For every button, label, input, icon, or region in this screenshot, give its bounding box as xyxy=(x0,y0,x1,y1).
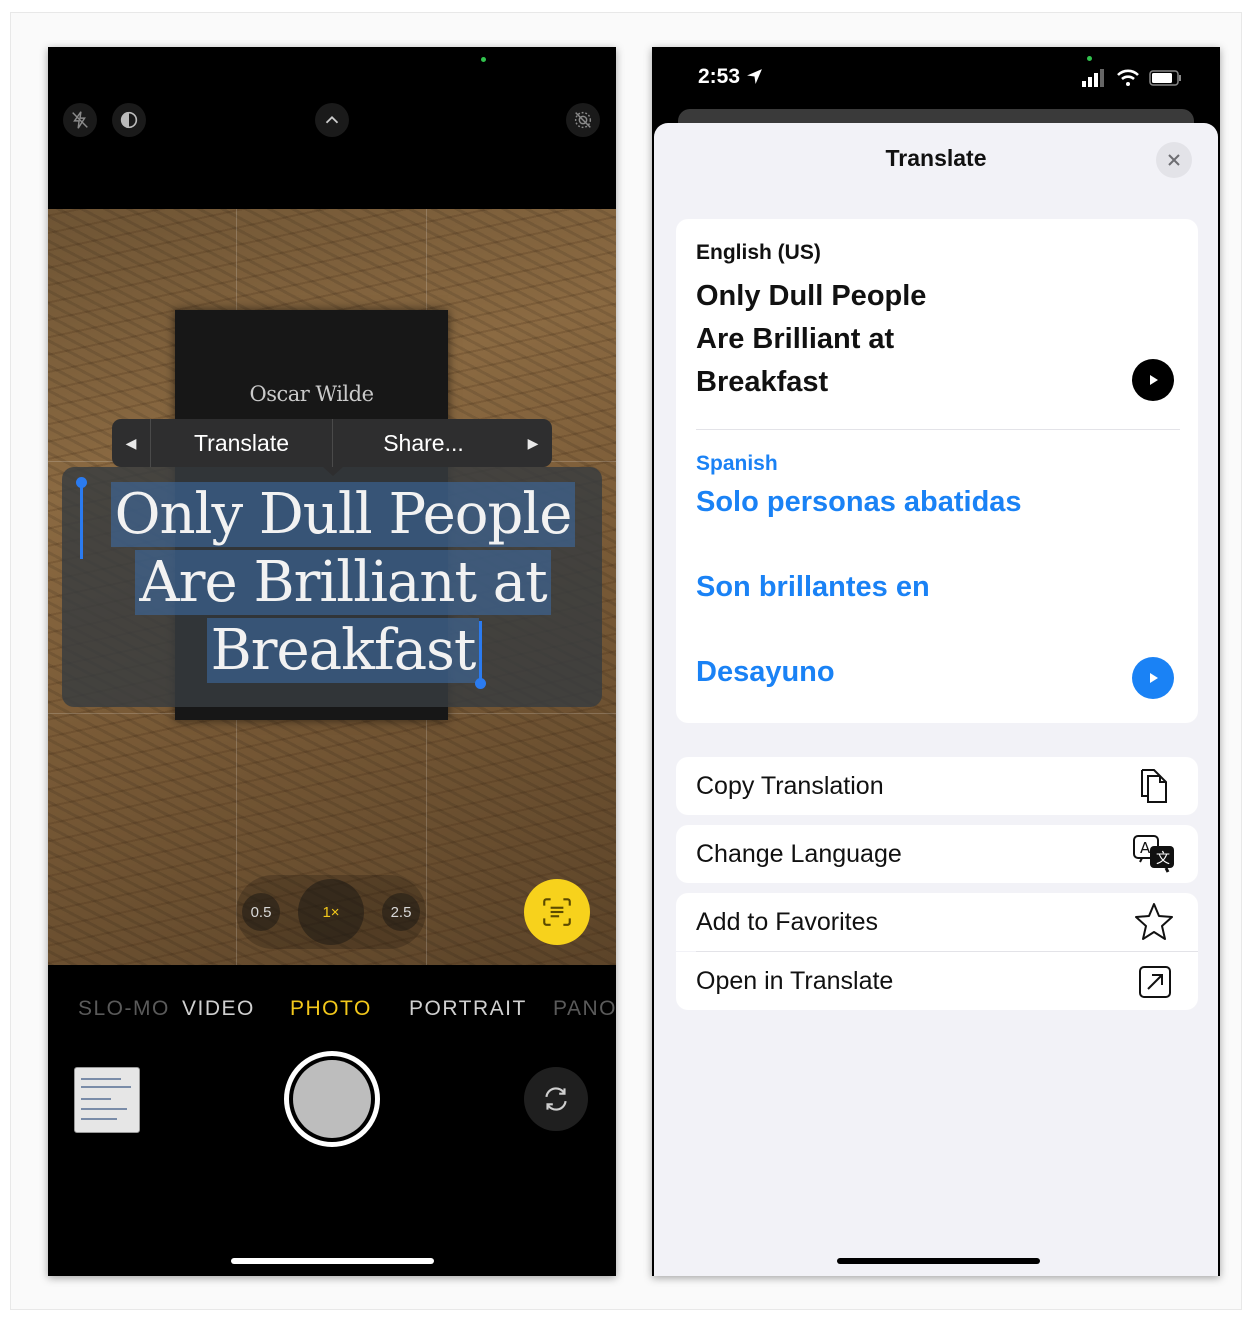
home-indicator[interactable] xyxy=(231,1258,434,1264)
source-line: Are Brilliant at xyxy=(696,323,895,355)
viewfinder[interactable]: Oscar Wilde Only Dull People Are Brillia… xyxy=(48,209,616,965)
star-icon xyxy=(1135,903,1173,940)
mode-pano[interactable]: PANO xyxy=(553,997,616,1021)
live-off-icon[interactable] xyxy=(566,103,600,137)
last-photo-thumbnail[interactable] xyxy=(74,1067,140,1133)
zoom-controls: 0.5 1× 2.5 xyxy=(236,875,426,949)
book-author: Oscar Wilde xyxy=(249,382,374,406)
thumbnail-detail xyxy=(81,1086,131,1088)
detected-text[interactable]: Only Dull People Are Brilliant at Breakf… xyxy=(88,481,598,685)
copy-translation-button[interactable]: Copy Translation xyxy=(676,757,1198,815)
camera-mode-bar: SLO-MO VIDEO PHOTO PORTRAIT PANO xyxy=(48,965,616,1049)
source-line: Breakfast xyxy=(696,366,829,398)
play-source-icon[interactable] xyxy=(1132,359,1174,401)
shutter-button[interactable] xyxy=(284,1051,380,1147)
status-time-text: 2:53 xyxy=(698,65,741,88)
location-arrow-icon xyxy=(746,69,762,84)
source-language: English (US) xyxy=(696,241,821,264)
target-line[interactable]: Son brillantes en xyxy=(696,571,930,604)
copy-translation-label: Copy Translation xyxy=(696,771,884,800)
context-menu: ◀ Translate Share... ▶ xyxy=(112,419,552,467)
change-language-icon: A 文 xyxy=(1133,835,1174,873)
mode-slo-mo[interactable]: SLO-MO xyxy=(78,997,170,1021)
wifi-icon xyxy=(1117,69,1139,86)
signal-icon xyxy=(1082,69,1104,87)
copy-icon xyxy=(1141,769,1167,803)
detected-text-line: Are Brilliant at xyxy=(135,550,551,615)
camera-screen: Oscar Wilde Only Dull People Are Brillia… xyxy=(48,47,616,1276)
menu-next-arrow[interactable]: ▶ xyxy=(514,419,552,467)
card-divider xyxy=(696,429,1180,430)
source-text[interactable]: Only Dull People Are Brilliant at Breakf… xyxy=(696,275,1086,404)
target-line[interactable]: Desayuno xyxy=(696,656,835,689)
svg-text:文: 文 xyxy=(1156,851,1170,867)
translate-sheet: Translate English (US) Only Dull People … xyxy=(654,123,1218,1276)
mode-video[interactable]: VIDEO xyxy=(182,997,255,1021)
camera-top-bar xyxy=(48,47,616,209)
open-in-translate-button[interactable]: Open in Translate xyxy=(676,952,1198,1010)
target-language: Spanish xyxy=(696,452,778,475)
svg-text:A: A xyxy=(1140,839,1151,857)
flash-off-icon[interactable] xyxy=(63,103,97,137)
home-indicator[interactable] xyxy=(837,1258,1040,1264)
selection-start-handle[interactable] xyxy=(76,477,87,559)
thumbnail-detail xyxy=(81,1078,121,1080)
thumbnail-detail xyxy=(81,1108,127,1110)
translation-card: English (US) Only Dull People Are Brilli… xyxy=(676,219,1198,723)
mode-portrait[interactable]: PORTRAIT xyxy=(409,997,527,1021)
shutter-inner xyxy=(293,1060,371,1138)
menu-prev-arrow[interactable]: ◀ xyxy=(112,419,150,467)
open-in-translate-label: Open in Translate xyxy=(696,966,894,995)
detected-text-line: Breakfast xyxy=(206,618,480,683)
chevron-up-icon[interactable] xyxy=(315,103,349,137)
play-translation-icon[interactable] xyxy=(1132,657,1174,699)
change-language-label: Change Language xyxy=(696,839,902,868)
selection-end-handle[interactable] xyxy=(475,621,486,689)
camera-flip-icon[interactable] xyxy=(524,1067,588,1131)
add-to-favorites-label: Add to Favorites xyxy=(696,907,879,936)
thumbnail-detail xyxy=(81,1118,117,1120)
menu-share[interactable]: Share... xyxy=(332,419,514,467)
menu-translate[interactable]: Translate xyxy=(150,419,332,467)
zoom-1x-button[interactable]: 1× xyxy=(298,879,364,945)
live-photo-icon[interactable] xyxy=(112,103,146,137)
detected-text-line: Only Dull People xyxy=(110,482,576,547)
mode-photo[interactable]: PHOTO xyxy=(290,997,372,1021)
status-time: 2:53 xyxy=(698,65,763,89)
zoom-0-5-button[interactable]: 0.5 xyxy=(242,893,280,931)
target-line[interactable]: Solo personas abatidas xyxy=(696,486,1022,519)
zoom-2-5-button[interactable]: 2.5 xyxy=(382,893,420,931)
source-line: Only Dull People xyxy=(696,280,927,312)
live-text-icon[interactable] xyxy=(524,879,590,945)
open-external-icon xyxy=(1139,966,1171,998)
battery-icon xyxy=(1149,70,1181,86)
context-menu-pointer xyxy=(323,467,343,476)
camera-indicator-dot xyxy=(1087,56,1092,61)
thumbnail-detail xyxy=(81,1098,111,1100)
status-icons xyxy=(1082,67,1186,89)
add-to-favorites-button[interactable]: Add to Favorites xyxy=(676,893,1198,951)
close-icon[interactable] xyxy=(1156,142,1192,178)
camera-indicator-dot xyxy=(481,57,486,62)
change-language-button[interactable]: Change Language A 文 xyxy=(676,825,1198,883)
sheet-title: Translate xyxy=(885,145,987,171)
translate-screen: 2:53 Translate English (US) Only Dull Pe… xyxy=(652,47,1220,1276)
